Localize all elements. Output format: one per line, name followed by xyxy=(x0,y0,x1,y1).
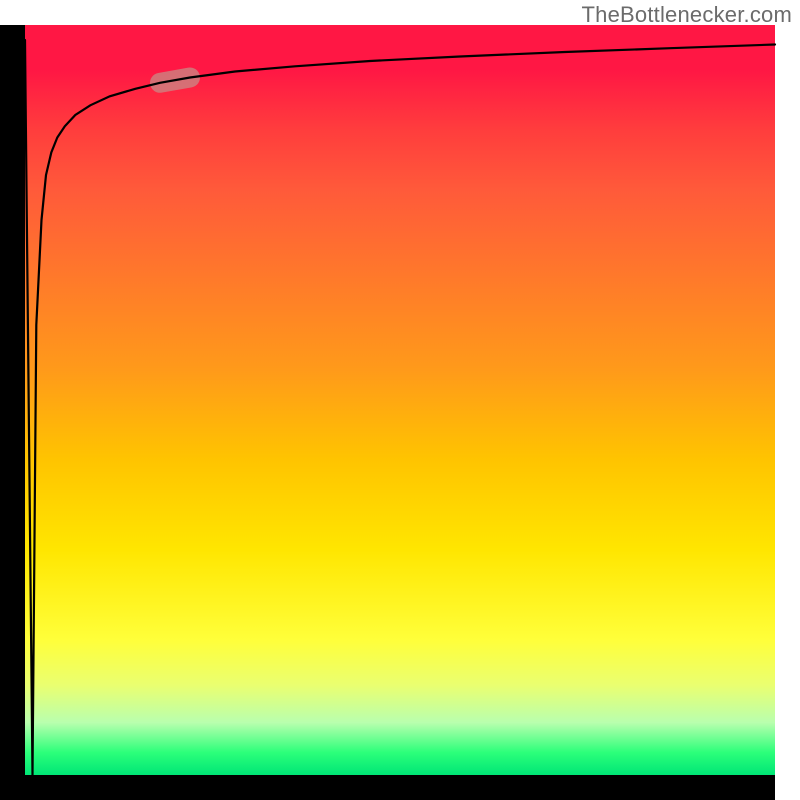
curve-layer xyxy=(25,25,775,775)
bottleneck-curve xyxy=(25,40,775,775)
x-axis-bar xyxy=(25,775,775,800)
plot-area xyxy=(25,25,775,775)
chart-canvas: TheBottlenecker.com xyxy=(0,0,800,800)
axis-origin-corner xyxy=(0,775,25,800)
y-axis-bar xyxy=(0,25,25,775)
